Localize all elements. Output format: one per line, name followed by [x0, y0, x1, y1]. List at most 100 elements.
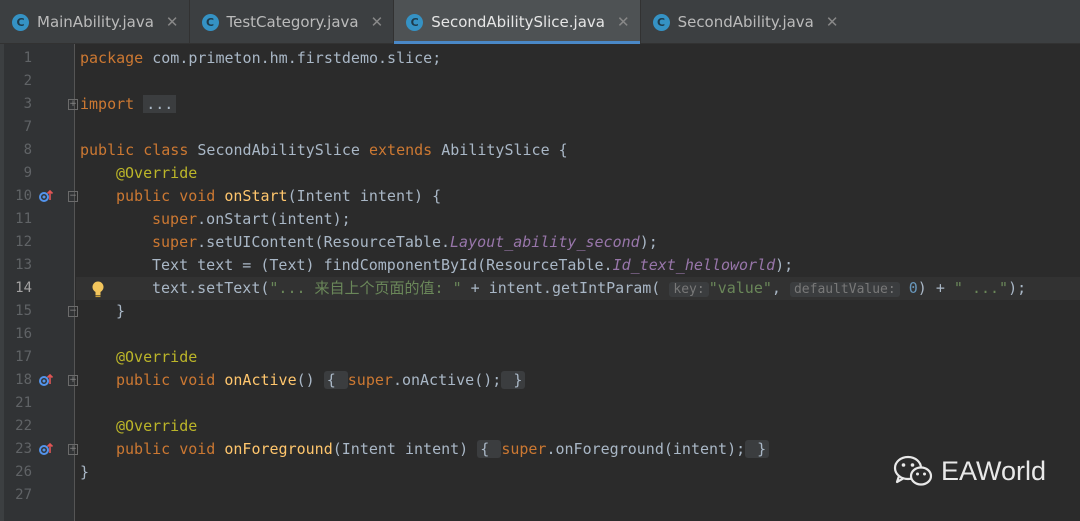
gutter-line[interactable]: 12 [4, 231, 75, 254]
code-line[interactable]: @Override [76, 162, 1080, 185]
code-text: Text text = (Text) findComponentById(Res… [152, 256, 613, 274]
keyword: import [80, 95, 135, 113]
string-literal: "value" [708, 279, 772, 297]
line-number: 1 [23, 50, 32, 66]
wechat-icon [893, 455, 933, 486]
class-name: SecondAbilitySlice [188, 141, 369, 159]
watermark-text: EAWorld [941, 455, 1047, 486]
keyword: super [501, 440, 547, 458]
annotation: @Override [116, 164, 198, 182]
gutter-line[interactable]: 1 [4, 47, 75, 70]
gutter-line[interactable]: 27 [4, 484, 75, 507]
gutter-line[interactable]: 11 [4, 208, 75, 231]
code-text: .setUIContent(ResourceTable. [197, 233, 451, 251]
gutter-line[interactable]: 10 [4, 185, 75, 208]
gutter-line[interactable]: 13 [4, 254, 75, 277]
line-number: 16 [15, 326, 32, 342]
method-name: onActive [224, 371, 297, 389]
java-class-icon: C [201, 13, 219, 31]
line-number: 21 [15, 395, 32, 411]
annotation: @Override [116, 417, 198, 435]
folded-block[interactable]: } [745, 440, 770, 458]
method-name: onStart [224, 187, 288, 205]
string-literal: "... 来自上个页面的值: " [269, 279, 462, 297]
code-area[interactable]: package com.primeton.hm.firstdemo.slice;… [76, 44, 1080, 521]
folded-block[interactable]: } [501, 371, 526, 389]
gutter-line[interactable]: 18 [4, 369, 75, 392]
line-number: 15 [15, 303, 32, 319]
java-class-icon: C [652, 13, 670, 31]
gutter-line[interactable]: 3 [4, 93, 75, 116]
gutter-line[interactable]: 26 [4, 461, 75, 484]
code-text: AbilitySlice { [432, 141, 568, 159]
close-icon[interactable]: ✕ [166, 13, 179, 31]
tab-mainability[interactable]: C MainAbility.java ✕ [0, 0, 189, 44]
close-icon[interactable]: ✕ [371, 13, 384, 31]
number-literal: 0 [908, 279, 918, 297]
code-line[interactable]: @Override [76, 346, 1080, 369]
code-text: ); [1008, 279, 1027, 297]
gutter-line[interactable]: 7 [4, 116, 75, 139]
code-text: () [296, 371, 315, 389]
gutter-line[interactable]: 15 [4, 300, 75, 323]
line-gutter[interactable]: 1 2 3 7 8 9 10 11 12 13 14 15 16 17 18 2… [4, 44, 78, 521]
watermark: EAWorld [893, 454, 1073, 488]
gutter-line[interactable]: 16 [4, 323, 75, 346]
static-field: Id_text_helloworld [612, 256, 776, 274]
line-number: 27 [15, 487, 32, 503]
code-line[interactable]: import ... [76, 93, 1080, 116]
override-marker-icon[interactable] [38, 441, 54, 457]
folded-block[interactable]: { [323, 371, 348, 389]
keyword: package [80, 49, 144, 67]
tab-testcategory[interactable]: C TestCategory.java ✕ [190, 0, 394, 44]
code-line[interactable]: package com.primeton.hm.firstdemo.slice; [76, 47, 1080, 70]
keyword: extends [369, 141, 433, 159]
lightbulb-icon[interactable] [90, 280, 106, 298]
gutter-line[interactable]: 2 [4, 70, 75, 93]
gutter-line[interactable]: 23 [4, 438, 75, 461]
code-line[interactable]: public void onStart(Intent intent) { [76, 185, 1080, 208]
keyword: super [347, 371, 393, 389]
code-line[interactable]: public void onActive() { super.onActive(… [76, 369, 1080, 392]
gutter-line[interactable]: 21 [4, 392, 75, 415]
code-line[interactable]: Text text = (Text) findComponentById(Res… [76, 254, 1080, 277]
gutter-line[interactable]: 17 [4, 346, 75, 369]
tab-secondabilityslice[interactable]: C SecondAbilitySlice.java ✕ [394, 0, 640, 44]
code-line[interactable]: } [76, 300, 1080, 323]
tab-label: MainAbility.java [37, 13, 154, 31]
code-line[interactable]: @Override [76, 415, 1080, 438]
code-line[interactable]: super.setUIContent(ResourceTable.Layout_… [76, 231, 1080, 254]
line-number: 17 [15, 349, 32, 365]
code-editor[interactable]: 1 2 3 7 8 9 10 11 12 13 14 15 16 17 18 2… [0, 44, 1080, 521]
editor-tab-bar: C MainAbility.java ✕ C TestCategory.java… [0, 0, 1080, 44]
gutter-line[interactable]: 22 [4, 415, 75, 438]
java-class-icon: C [406, 13, 424, 31]
code-line[interactable]: public class SecondAbilitySlice extends … [76, 139, 1080, 162]
line-number: 3 [23, 96, 32, 112]
line-number: 2 [23, 73, 32, 89]
override-marker-icon[interactable] [38, 372, 54, 388]
line-number: 22 [15, 418, 32, 434]
code-line[interactable]: super.onStart(intent); [76, 208, 1080, 231]
folded-block[interactable]: { [477, 440, 502, 458]
override-marker-icon[interactable] [38, 188, 54, 204]
code-line-current[interactable]: text.setText("... 来自上个页面的值: " + intent.g… [76, 277, 1080, 300]
line-number: 14 [15, 280, 32, 296]
folded-imports[interactable]: ... [143, 95, 177, 113]
keyword: super [152, 210, 198, 228]
static-field: Layout_ability_second [450, 233, 640, 251]
gutter-line[interactable]: 9 [4, 162, 75, 185]
code-text: + intent.getIntParam( [461, 279, 661, 297]
line-number: 8 [23, 142, 32, 158]
tab-secondability[interactable]: C SecondAbility.java ✕ [641, 0, 849, 44]
parameter-hint: defaultValue: [789, 282, 900, 297]
code-text: ) + [917, 279, 954, 297]
close-icon[interactable]: ✕ [826, 13, 839, 31]
gutter-line-current[interactable]: 14 [4, 277, 75, 300]
gutter-line[interactable]: 8 [4, 139, 75, 162]
line-number: 23 [15, 441, 32, 457]
line-number: 26 [15, 464, 32, 480]
java-class-icon: C [12, 13, 29, 31]
close-icon[interactable]: ✕ [617, 13, 630, 31]
annotation: @Override [116, 348, 198, 366]
